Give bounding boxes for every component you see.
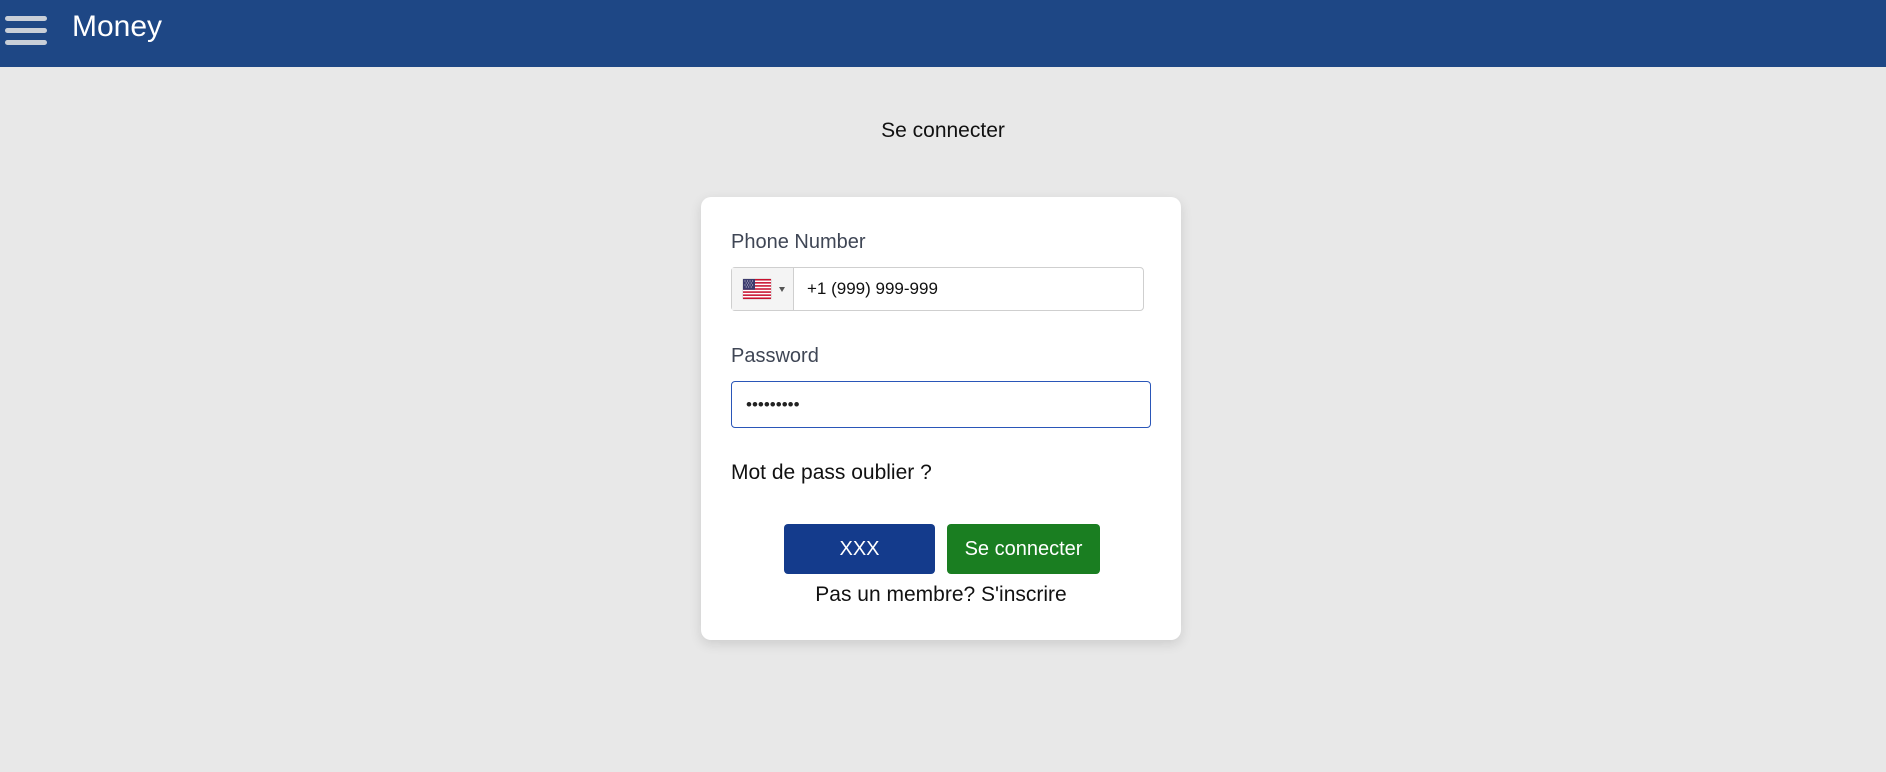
password-label: Password (731, 345, 819, 367)
phone-number-field (731, 267, 1144, 311)
hamburger-menu-icon[interactable] (5, 16, 48, 48)
caret-down-icon (779, 286, 785, 292)
password-input[interactable] (731, 381, 1151, 428)
phone-number-input[interactable] (794, 268, 1143, 310)
phone-number-label: Phone Number (731, 231, 866, 253)
top-navigation-bar: Money (0, 0, 1886, 67)
us-flag-icon (743, 279, 771, 299)
app-title: Money (72, 10, 163, 43)
page-title: Se connecter (881, 119, 1005, 142)
xxx-button[interactable]: XXX (784, 524, 935, 574)
forgot-password-link[interactable]: Mot de pass oublier ? (731, 461, 932, 485)
menu-line (5, 28, 47, 33)
country-code-select[interactable] (732, 268, 794, 310)
menu-line (5, 40, 47, 45)
login-button[interactable]: Se connecter (947, 524, 1100, 574)
login-card: Phone Number +1 (999) 999-999 Password •… (701, 197, 1181, 640)
menu-line (5, 16, 47, 21)
signup-link[interactable]: Pas un membre? S'inscrire (701, 583, 1181, 607)
